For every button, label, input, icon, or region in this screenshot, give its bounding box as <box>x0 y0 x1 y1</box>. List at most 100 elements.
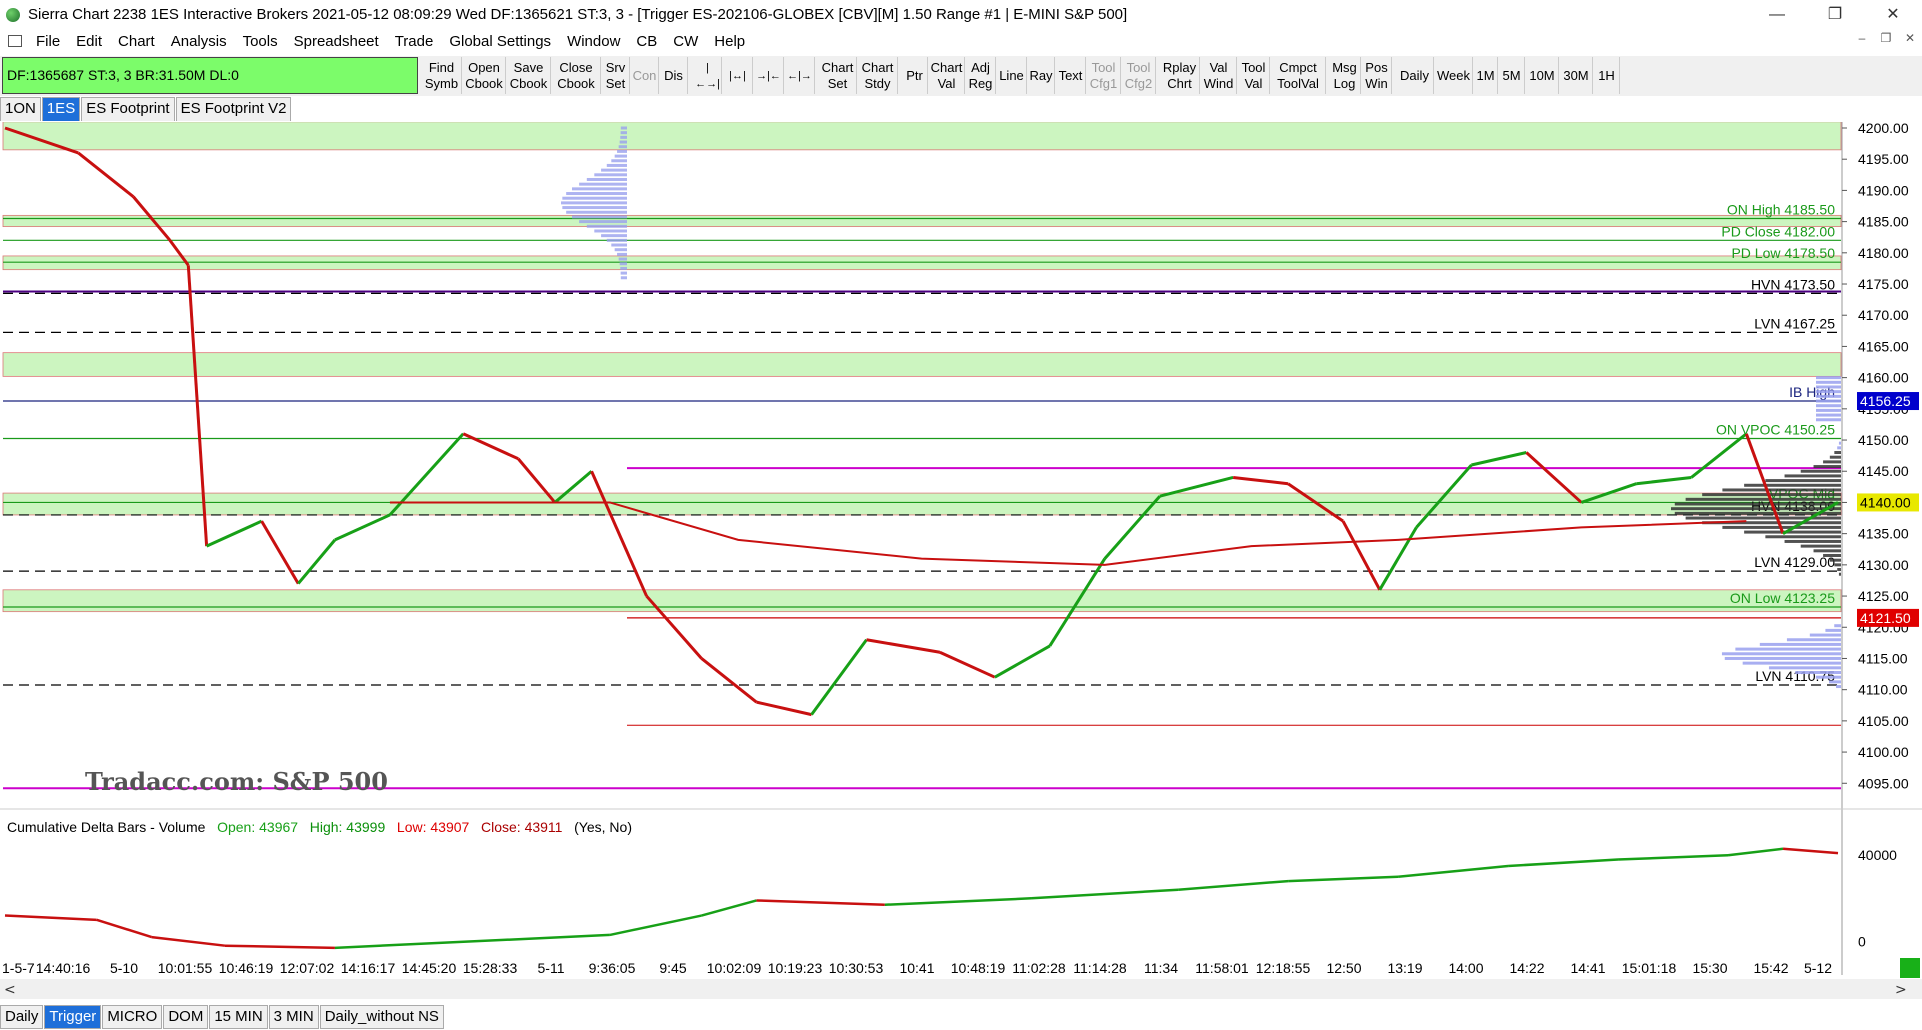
price-path-segment <box>756 700 812 717</box>
timeframe-week-button[interactable]: Week <box>1435 57 1473 94</box>
timeframe-10m-button[interactable]: 10M <box>1526 57 1559 94</box>
delta-path-segment <box>609 914 702 937</box>
text-tool-button[interactable]: Text <box>1056 57 1086 94</box>
volume-profile-bar <box>1837 568 1841 572</box>
open-chartbook-button[interactable]: Open Cbook <box>463 57 506 94</box>
timeframe-1h-button[interactable]: 1H <box>1594 57 1620 94</box>
delta-path-segment <box>1617 853 1729 861</box>
replay-chart-button[interactable]: Rplay Chrt <box>1160 57 1200 94</box>
time-axis-label: 9:45 <box>659 960 686 976</box>
mdi-restore-icon[interactable]: ❐ <box>1874 31 1898 45</box>
volume-profile-bar <box>601 234 627 238</box>
tab-3-min[interactable]: 3 MIN <box>268 1005 319 1029</box>
timeframe-5m-button[interactable]: 5M <box>1499 57 1525 94</box>
time-axis-label: 14:16:17 <box>341 960 396 976</box>
price-path-segment <box>1471 451 1527 467</box>
timeframe-daily-button[interactable]: Daily <box>1396 57 1434 94</box>
tab-es-footprint-v2[interactable]: ES Footprint V2 <box>175 97 292 121</box>
time-axis-label: 10:48:19 <box>951 960 1006 976</box>
time-axis-label: 13:19 <box>1387 960 1422 976</box>
scroll-right-icon: > <box>1895 982 1907 998</box>
values-window-button[interactable]: Val Wind <box>1201 57 1237 94</box>
connect-button[interactable]: Con <box>631 57 659 94</box>
save-chartbook-button[interactable]: Save Cbook <box>507 57 551 94</box>
time-axis-label: 10:01:55 <box>158 960 213 976</box>
tab-1es[interactable]: 1ES <box>41 97 81 121</box>
level-label: HVN 4173.50 <box>1751 276 1835 292</box>
price-tag-label: 4140.00 <box>1860 494 1911 510</box>
menu-file[interactable]: File <box>28 33 68 50</box>
menu-help[interactable]: Help <box>706 33 753 50</box>
menu-window[interactable]: Window <box>559 33 628 50</box>
menu-analysis[interactable]: Analysis <box>163 33 235 50</box>
compress-bars-icon[interactable]: →|← <box>754 57 784 94</box>
menu-spreadsheet[interactable]: Spreadsheet <box>286 33 387 50</box>
compact-tool-values-button[interactable]: Cmpct ToolVal <box>1271 57 1326 94</box>
volume-profile-bar <box>1823 460 1841 464</box>
menu-cb[interactable]: CB <box>628 33 665 50</box>
menu-tools[interactable]: Tools <box>235 33 286 50</box>
price-path-segment <box>590 470 648 597</box>
message-log-button[interactable]: Msg Log <box>1329 57 1361 94</box>
tab-daily[interactable]: Daily <box>0 1005 44 1029</box>
menu-global-settings[interactable]: Global Settings <box>441 33 559 50</box>
delta-path-segment <box>4 914 97 922</box>
mdi-close-icon[interactable]: ✕ <box>1898 31 1922 45</box>
tab-micro[interactable]: MICRO <box>102 1005 163 1029</box>
spread-bars-icon[interactable]: ←|→ <box>785 57 815 94</box>
volume-profile-bar <box>1724 656 1841 660</box>
tool-values-button[interactable]: Tool Val <box>1238 57 1270 94</box>
price-axis-label: 4180.00 <box>1858 245 1909 261</box>
delta-open: Open: 43967 <box>217 819 299 835</box>
scale-all-icon[interactable]: |←→| <box>694 57 722 94</box>
positions-window-button[interactable]: Pos Win <box>1362 57 1392 94</box>
timeframe-30m-button[interactable]: 30M <box>1560 57 1593 94</box>
volume-profile-bar <box>1813 465 1841 469</box>
menu-chart[interactable]: Chart <box>110 33 163 50</box>
chart-settings-button[interactable]: Chart Set <box>819 57 857 94</box>
mdi-controls: – ❐ ✕ <box>1850 31 1922 45</box>
chart-values-button[interactable]: Chart Val <box>929 57 965 94</box>
find-symbol-button[interactable]: Find Symb <box>422 57 462 94</box>
level-label: LVN 4167.25 <box>1754 315 1835 331</box>
tool-config2-button[interactable]: Tool Cfg2 <box>1122 57 1156 94</box>
chart-studies-button[interactable]: Chart Stdy <box>858 57 898 94</box>
server-settings-button[interactable]: Srv Set <box>602 57 630 94</box>
volume-profile-bar <box>566 210 627 214</box>
tab-es-footprint[interactable]: ES Footprint <box>81 97 175 121</box>
close-chartbook-button[interactable]: Close Cbook <box>552 57 601 94</box>
ray-tool-button[interactable]: Ray <box>1028 57 1055 94</box>
volume-profile-bar <box>1784 474 1841 478</box>
tab-15-min[interactable]: 15 MIN <box>209 1005 268 1029</box>
menu-edit[interactable]: Edit <box>68 33 110 50</box>
tool-config1-button[interactable]: Tool Cfg1 <box>1087 57 1121 94</box>
tab-daily-without-ns[interactable]: Daily_without NS <box>319 1005 444 1029</box>
price-axis-label: 4200.00 <box>1858 122 1909 136</box>
disconnect-button[interactable]: Dis <box>660 57 688 94</box>
tab-1on[interactable]: 1ON <box>0 97 41 121</box>
adjust-region-button[interactable]: Adj Reg <box>966 57 996 94</box>
price-axis-label: 4135.00 <box>1858 526 1909 542</box>
menu-cw[interactable]: CW <box>665 33 706 50</box>
menu-trade[interactable]: Trade <box>387 33 442 50</box>
minimize-icon[interactable]: — <box>1748 0 1806 29</box>
price-chart[interactable]: ON High 4185.50 PD Close 4182.00 PD Low 41… <box>0 122 1922 1020</box>
volume-profile-bar <box>1838 441 1841 445</box>
pointer-button[interactable]: Ptr <box>902 57 928 94</box>
tab-dom[interactable]: DOM <box>163 1005 209 1029</box>
close-icon[interactable]: ✕ <box>1864 0 1922 29</box>
toolbar: DF:1365687 ST:3, 3 BR:31.50M DL:0 Find S… <box>0 56 1922 96</box>
watermark: Tradacc.com: S&P 500 <box>85 767 388 796</box>
time-axis-label: 10:46:19 <box>219 960 274 976</box>
price-path-segment <box>1690 432 1748 479</box>
line-tool-button[interactable]: Line <box>997 57 1027 94</box>
tab-trigger[interactable]: Trigger <box>44 1005 102 1029</box>
volume-profile-bar <box>618 257 627 261</box>
time-axis-label: 5-11 <box>538 960 565 976</box>
expand-bars-icon[interactable]: |↔| <box>723 57 753 94</box>
document-icon[interactable] <box>8 35 22 47</box>
timeframe-1m-button[interactable]: 1M <box>1474 57 1498 94</box>
restore-icon[interactable]: ❐ <box>1806 0 1864 29</box>
mdi-minimize-icon[interactable]: – <box>1850 31 1874 45</box>
volume-profile-bar <box>562 206 627 210</box>
